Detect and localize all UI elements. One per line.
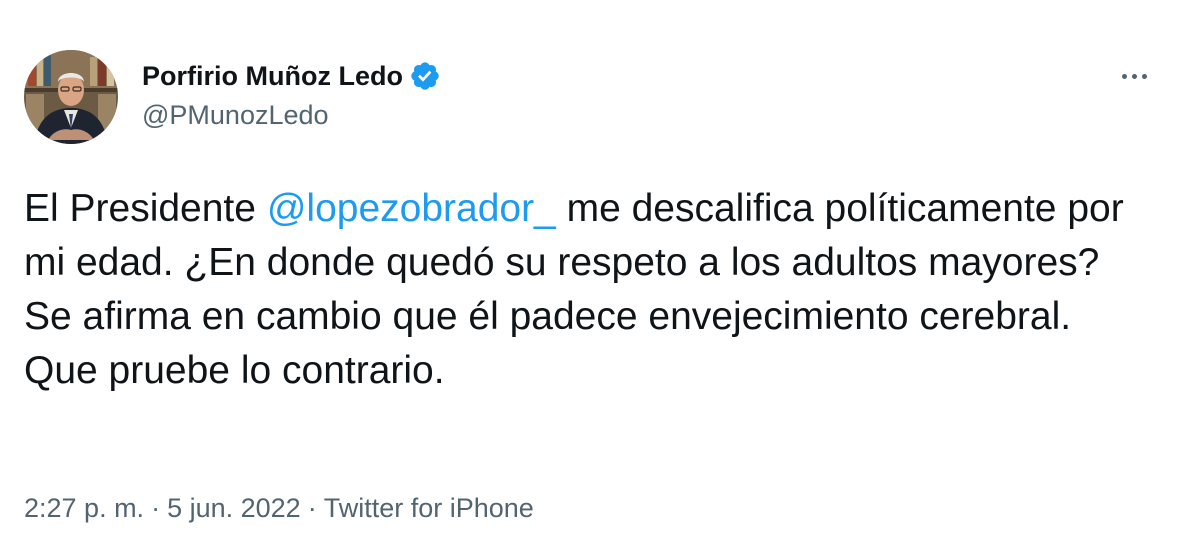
- meta-separator: ·: [151, 493, 161, 523]
- tweet-text: El Presidente @lopezobrador_ me descalif…: [24, 182, 1144, 398]
- verified-badge-icon: [409, 60, 441, 92]
- tweet-card: Porfirio Muñoz Ledo @PMunozLedo El Presi…: [0, 0, 1182, 560]
- author-display-name[interactable]: Porfirio Muñoz Ledo: [142, 61, 403, 92]
- mention-link[interactable]: @lopezobrador_: [267, 187, 556, 230]
- tweet-date[interactable]: 5 jun. 2022: [167, 493, 301, 523]
- tweet-time[interactable]: 2:27 p. m.: [24, 493, 144, 523]
- tweet-source[interactable]: Twitter for iPhone: [324, 493, 534, 523]
- meta-separator: ·: [307, 493, 317, 523]
- tweet-text-before: El Presidente: [24, 187, 267, 230]
- tweet-metadata: 2:27 p. m. · 5 jun. 2022 · Twitter for iPhon…: [24, 493, 534, 524]
- author-name-row: Porfirio Muñoz Ledo: [142, 58, 441, 94]
- more-horizontal-icon[interactable]: [1114, 64, 1154, 88]
- author-handle[interactable]: @PMunozLedo: [142, 100, 441, 131]
- author-info: Porfirio Muñoz Ledo @PMunozLedo: [142, 58, 441, 131]
- avatar[interactable]: [24, 50, 118, 144]
- avatar-image: [24, 50, 118, 144]
